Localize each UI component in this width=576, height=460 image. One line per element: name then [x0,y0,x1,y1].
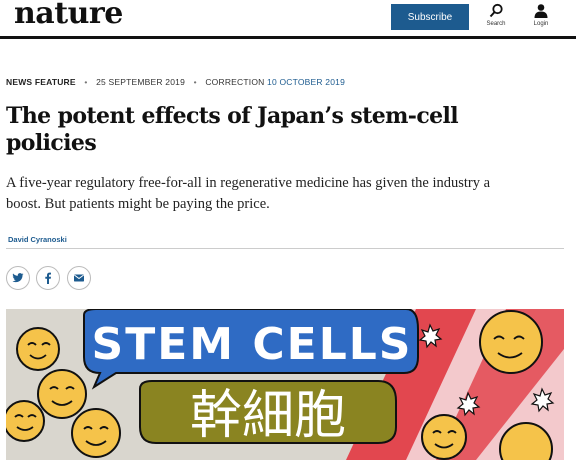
cell-face [37,369,87,419]
share-email-button[interactable] [67,266,91,290]
article-title: The potent effects of Japan’s stem-cell … [6,103,459,156]
cell-face [479,310,543,374]
login-button[interactable]: Login [524,3,558,33]
divider [6,248,564,249]
article-date: 25 SEPTEMBER 2019 [96,77,186,87]
article-meta: NEWS FEATURE • 25 SEPTEMBER 2019 • CORRE… [6,77,345,87]
user-icon [534,4,548,18]
cell-face [71,408,121,458]
article-type: NEWS FEATURE [6,77,76,87]
site-header: nature Subscribe Search Login [0,0,576,39]
cell-face [6,400,45,442]
twitter-icon [12,273,24,283]
article-standfirst: A five-year regulatory free-for-all in r… [6,175,491,212]
cell-face [16,327,60,371]
login-label: Login [533,21,549,27]
meta-separator: • [193,77,197,87]
search-icon [489,3,503,18]
hero-text-jp: 幹細胞 [190,386,346,446]
correction-label: CORRECTION [205,77,265,87]
search-label: Search [486,21,506,27]
search-button[interactable]: Search [479,3,513,33]
share-twitter-button[interactable] [6,266,30,290]
subscribe-button[interactable]: Subscribe [391,4,469,30]
email-icon [74,274,84,282]
author-link[interactable]: David Cyranoski [8,235,67,244]
hero-text-en: STEM CELLS [92,319,413,370]
meta-separator: • [84,77,88,87]
share-facebook-button[interactable] [36,266,60,290]
hero-illustration: STEM CELLS 幹細胞 [6,309,564,460]
nature-logo[interactable]: nature [14,0,123,31]
correction-date[interactable]: 10 OCTOBER 2019 [267,77,345,87]
cell-face [421,414,467,460]
facebook-icon [45,272,51,284]
